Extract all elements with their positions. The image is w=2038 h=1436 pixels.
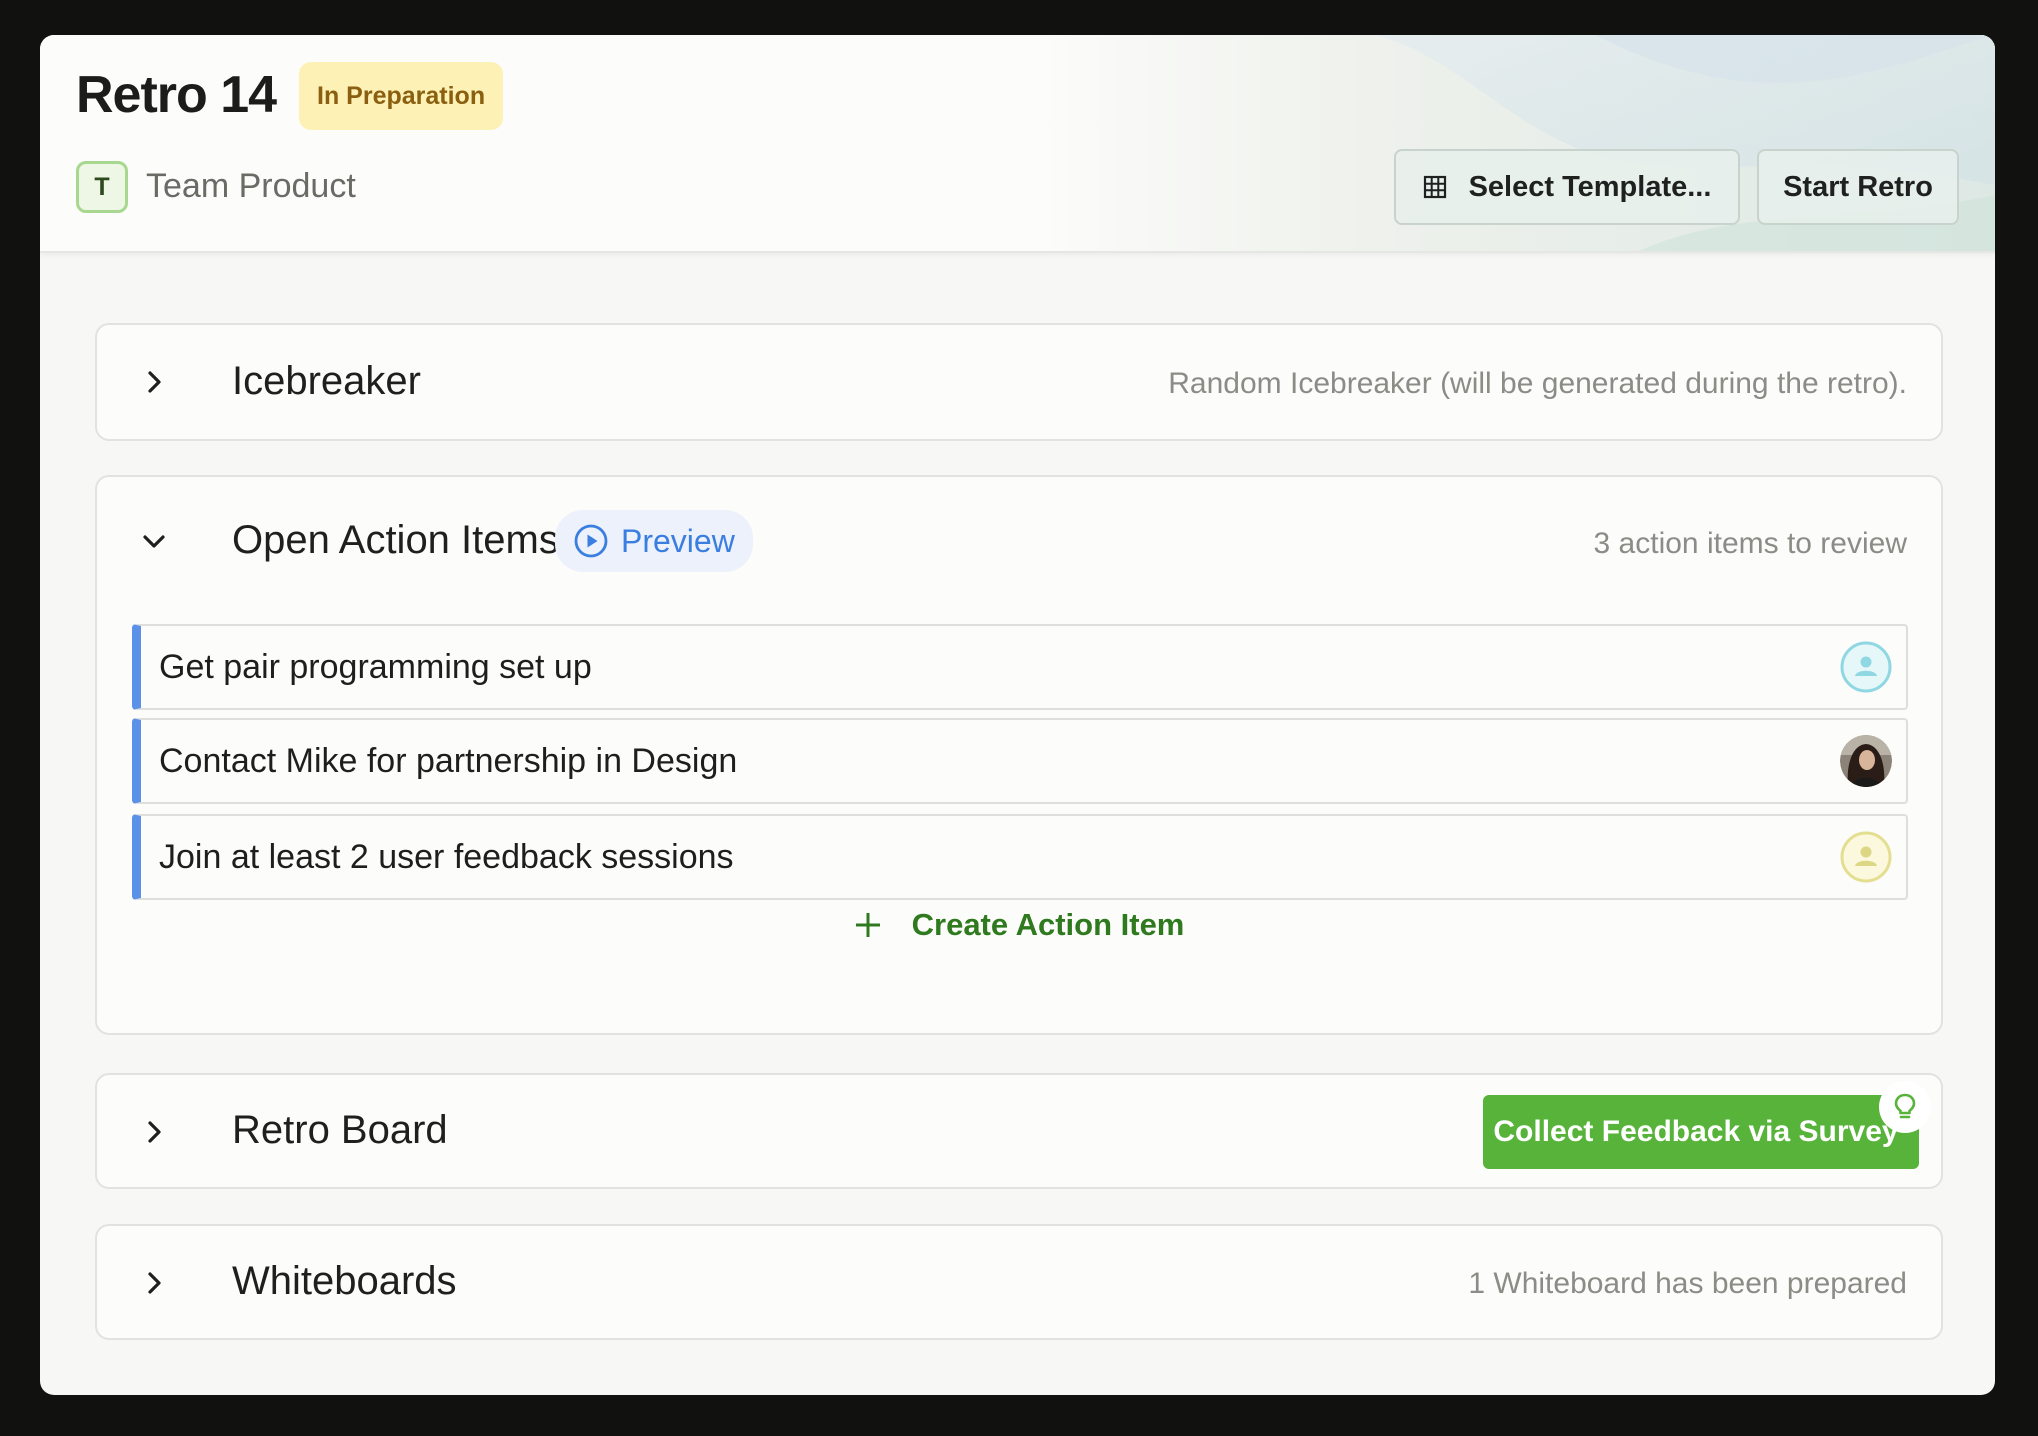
- status-badge: In Preparation: [299, 62, 504, 130]
- whiteboards-title: Whiteboards: [232, 1259, 457, 1303]
- section-open-action-items: Open Action Items Preview 3 action items…: [95, 475, 1943, 1035]
- open-action-items-title: Open Action Items: [232, 518, 559, 562]
- icebreaker-title: Icebreaker: [232, 359, 421, 403]
- chevron-right-icon[interactable]: [139, 367, 169, 397]
- create-action-item-button[interactable]: Create Action Item: [97, 907, 1941, 943]
- section-icebreaker[interactable]: Icebreaker Random Icebreaker (will be ge…: [95, 323, 1943, 441]
- play-circle-icon: [574, 524, 608, 558]
- action-item-text: Join at least 2 user feedback sessions: [159, 838, 734, 876]
- retro-title: Retro 14: [76, 66, 277, 124]
- action-item-text: Contact Mike for partnership in Design: [159, 742, 738, 780]
- plus-icon: [855, 913, 880, 937]
- select-template-button[interactable]: Select Template...: [1394, 149, 1740, 225]
- chevron-right-icon[interactable]: [139, 1268, 169, 1298]
- lightbulb-icon: [1894, 1093, 1916, 1119]
- start-retro-button[interactable]: Start Retro: [1757, 149, 1959, 225]
- user-avatar-icon[interactable]: [1840, 735, 1892, 787]
- chevron-down-icon[interactable]: [139, 526, 169, 556]
- section-retro-board[interactable]: Retro Board Collect Feedback via Survey: [95, 1073, 1943, 1189]
- preview-label: Preview: [621, 522, 735, 559]
- retro-header: Retro 14 In Preparation T Team Product S…: [40, 35, 1995, 253]
- select-template-label: Select Template...: [1468, 170, 1712, 203]
- team-avatar: T: [76, 161, 128, 213]
- assignee-placeholder-icon[interactable]: [1840, 641, 1892, 693]
- assignee-placeholder-icon[interactable]: [1840, 831, 1892, 883]
- action-item-text: Get pair programming set up: [159, 648, 592, 686]
- retro-board-title: Retro Board: [232, 1108, 448, 1152]
- action-item[interactable]: Contact Mike for partnership in Design: [132, 718, 1908, 804]
- retro-window: Retro 14 In Preparation T Team Product S…: [40, 35, 1995, 1395]
- action-item[interactable]: Get pair programming set up: [132, 624, 1908, 710]
- whiteboards-meta: 1 Whiteboard has been prepared: [1468, 1267, 1907, 1300]
- icebreaker-meta: Random Icebreaker (will be generated dur…: [1168, 367, 1907, 400]
- section-whiteboards[interactable]: Whiteboards 1 Whiteboard has been prepar…: [95, 1224, 1943, 1340]
- lightbulb-badge[interactable]: [1879, 1081, 1931, 1133]
- collect-feedback-survey-button[interactable]: Collect Feedback via Survey: [1483, 1095, 1919, 1169]
- create-action-item-label: Create Action Item: [911, 907, 1185, 942]
- grid-icon: [1423, 175, 1446, 199]
- action-item[interactable]: Join at least 2 user feedback sessions: [132, 814, 1908, 900]
- open-action-items-meta: 3 action items to review: [1593, 527, 1907, 560]
- chevron-right-icon[interactable]: [139, 1117, 169, 1147]
- team-name[interactable]: Team Product: [146, 167, 356, 206]
- preview-button[interactable]: Preview: [555, 510, 753, 572]
